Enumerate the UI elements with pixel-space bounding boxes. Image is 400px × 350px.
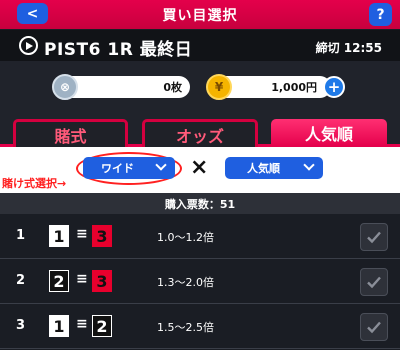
- odds-range: 1.3～2.0倍: [157, 276, 214, 289]
- pist6-logo-icon: [19, 36, 38, 55]
- bet-type-value: ワイド: [101, 162, 134, 175]
- table-row[interactable]: 1 1 ≡ 3 1.0～1.2倍: [0, 214, 400, 259]
- chevron-down-icon: [303, 159, 315, 171]
- bet-type-annotation: 賭け式選択→: [2, 177, 67, 190]
- check-icon: [367, 276, 381, 289]
- yen-coin-icon: ¥: [206, 74, 232, 100]
- tab-bet-type[interactable]: 賭式: [13, 119, 128, 147]
- wide-separator-icon: ≡: [76, 316, 88, 332]
- header-bar: < 買い目選択 ?: [0, 0, 400, 29]
- first-number-box: 1: [49, 225, 69, 247]
- select-checkbox[interactable]: [360, 223, 388, 251]
- race-info-bar: PIST6 1R 最終日 締切 12:55: [0, 30, 400, 61]
- check-icon: [367, 231, 381, 244]
- times-icon: ×: [190, 155, 209, 180]
- odds-range: 1.0～1.2倍: [157, 231, 214, 244]
- select-checkbox[interactable]: [360, 268, 388, 296]
- tab-odds[interactable]: オッズ: [142, 119, 258, 147]
- tab-popularity[interactable]: 人気順: [271, 119, 387, 147]
- rank-number: 2: [16, 273, 26, 288]
- tab-bar: 賭式 オッズ 人気順: [0, 113, 400, 147]
- race-title: PIST6 1R 最終日: [44, 40, 193, 60]
- deadline-time: 締切 12:55: [315, 41, 382, 55]
- help-button[interactable]: ?: [369, 3, 392, 26]
- check-icon: [367, 321, 381, 334]
- second-number-box: 3: [92, 225, 112, 247]
- chevron-down-icon: [155, 159, 167, 171]
- second-number-box: 3: [92, 270, 112, 292]
- table-row[interactable]: 2 2 ≡ 3 1.3～2.0倍: [0, 259, 400, 304]
- select-checkbox[interactable]: [360, 313, 388, 341]
- selector-row: ワイド × 人気順 賭け式選択→: [0, 147, 400, 193]
- wide-separator-icon: ≡: [76, 226, 88, 242]
- first-number-box: 2: [49, 270, 69, 292]
- rank-number: 3: [16, 318, 26, 333]
- second-number-box: 2: [92, 315, 112, 337]
- coupon-icon: ⊗: [52, 74, 78, 100]
- wide-separator-icon: ≡: [76, 271, 88, 287]
- odds-range: 1.5～2.5倍: [157, 321, 214, 334]
- balance-bar: 0枚 ⊗ 1,000円 ¥ +: [0, 61, 400, 113]
- sort-value: 人気順: [247, 162, 280, 175]
- add-funds-button[interactable]: +: [323, 76, 345, 98]
- sort-dropdown[interactable]: 人気順: [225, 157, 323, 179]
- bet-list: 1 1 ≡ 3 1.0～1.2倍 2 2 ≡ 3 1.3～2.0倍 3 1 ≡ 2 1.5～2.5倍: [0, 214, 400, 349]
- table-row[interactable]: 3 1 ≡ 2 1.5～2.5倍: [0, 304, 400, 349]
- first-number-box: 1: [49, 315, 69, 337]
- ticket-count: 購入票数：51: [0, 193, 400, 214]
- rank-number: 1: [16, 228, 26, 243]
- bet-type-dropdown[interactable]: ワイド: [83, 157, 175, 179]
- page-title: 買い目選択: [162, 8, 238, 24]
